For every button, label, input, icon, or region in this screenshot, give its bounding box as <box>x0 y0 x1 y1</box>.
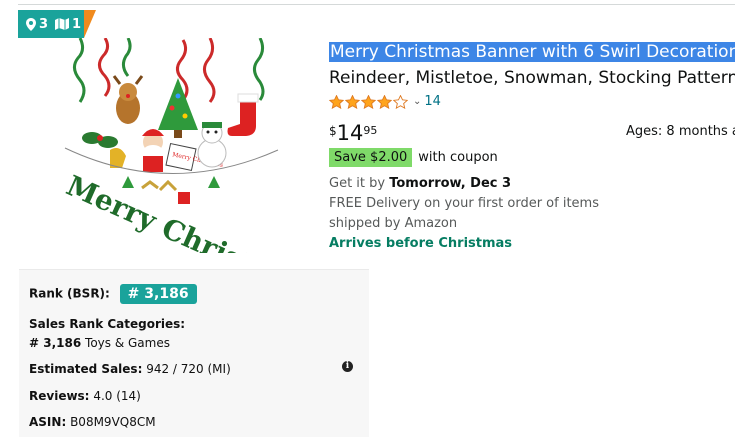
product-title[interactable]: Merry Christmas Banner with 6 Swirl Deco… <box>329 40 735 64</box>
rank-label: Rank (BSR): <box>29 286 110 301</box>
info-icon[interactable]: i <box>342 361 353 372</box>
coupon-tag[interactable]: Save $2.00 <box>329 148 413 167</box>
product-title-selected: Merry Christmas Banner with 6 Swirl Deco… <box>329 42 735 62</box>
category-rank: # 3,186 <box>29 336 82 350</box>
rating-count[interactable]: 14 <box>424 94 441 109</box>
asin-row: ASIN: B08M9VQ8CM <box>29 415 156 429</box>
rating-stars <box>329 94 409 109</box>
product-title-line2[interactable]: Reindeer, Mistletoe, Snowman, Stocking P… <box>329 66 735 90</box>
product-stats-panel: Rank (BSR): # 3,186 Sales Rank Categorie… <box>19 269 369 437</box>
coupon-text: with coupon <box>418 150 498 165</box>
map-icon <box>55 18 70 30</box>
delivery-prefix: Get it by <box>329 176 386 191</box>
est-sales-label: Estimated Sales: <box>29 362 143 376</box>
asin-label: ASIN: <box>29 415 67 429</box>
price-symbol: $ <box>329 124 337 138</box>
product-image[interactable]: Merry Christmas Merry Christmas <box>50 37 317 307</box>
reviews-label: Reviews: <box>29 389 90 403</box>
rank-row: Rank (BSR): # 3,186 <box>29 284 197 304</box>
map-pin-icon <box>26 17 36 31</box>
asin-value: B08M9VQ8CM <box>70 415 156 429</box>
category-name: Toys & Games <box>85 336 170 350</box>
age-range: Ages: 8 months a <box>626 124 735 139</box>
coupon[interactable]: Save $2.00 with coupon <box>329 148 498 167</box>
delivery-free: FREE Delivery on your first order of ite… <box>329 196 599 231</box>
star-full-icon <box>329 94 344 109</box>
rating[interactable]: ⌄ 14 <box>329 94 441 109</box>
star-empty-icon <box>393 94 408 109</box>
badge-flag <box>84 10 96 38</box>
product-image-graphic: Merry Christmas Merry Christmas <box>61 37 317 307</box>
arrives-before-christmas: Arrives before Christmas <box>329 236 513 251</box>
category-row: # 3,186 Toys & Games <box>29 336 170 350</box>
price-whole: 14 <box>336 121 364 145</box>
delivery-info: Get it by Tomorrow, Dec 3 FREE Delivery … <box>329 174 629 254</box>
reviews-row: Reviews: 4.0 (14) <box>29 389 141 403</box>
star-full-icon <box>377 94 392 109</box>
star-full-icon <box>361 94 376 109</box>
price: $ 14 95 <box>329 120 377 146</box>
top-divider <box>18 4 735 5</box>
categories-label: Sales Rank Categories: <box>29 317 186 331</box>
est-sales-value: 942 / 720 (MI) <box>146 362 231 376</box>
image-banner-text: Merry Christmas <box>61 169 290 253</box>
price-fraction: 95 <box>363 124 378 137</box>
chevron-down-icon[interactable]: ⌄ <box>413 96 421 107</box>
estimated-sales-row: Estimated Sales: 942 / 720 (MI) <box>29 362 231 376</box>
delivery-date: Tomorrow, Dec 3 <box>389 176 512 191</box>
location-count: 3 <box>39 16 49 32</box>
reviews-value: 4.0 (14) <box>93 389 141 403</box>
location-badge-body: 3 1 <box>18 10 84 38</box>
star-full-icon <box>345 94 360 109</box>
rank-value-badge: # 3,186 <box>119 284 197 304</box>
map-count: 1 <box>72 16 82 32</box>
